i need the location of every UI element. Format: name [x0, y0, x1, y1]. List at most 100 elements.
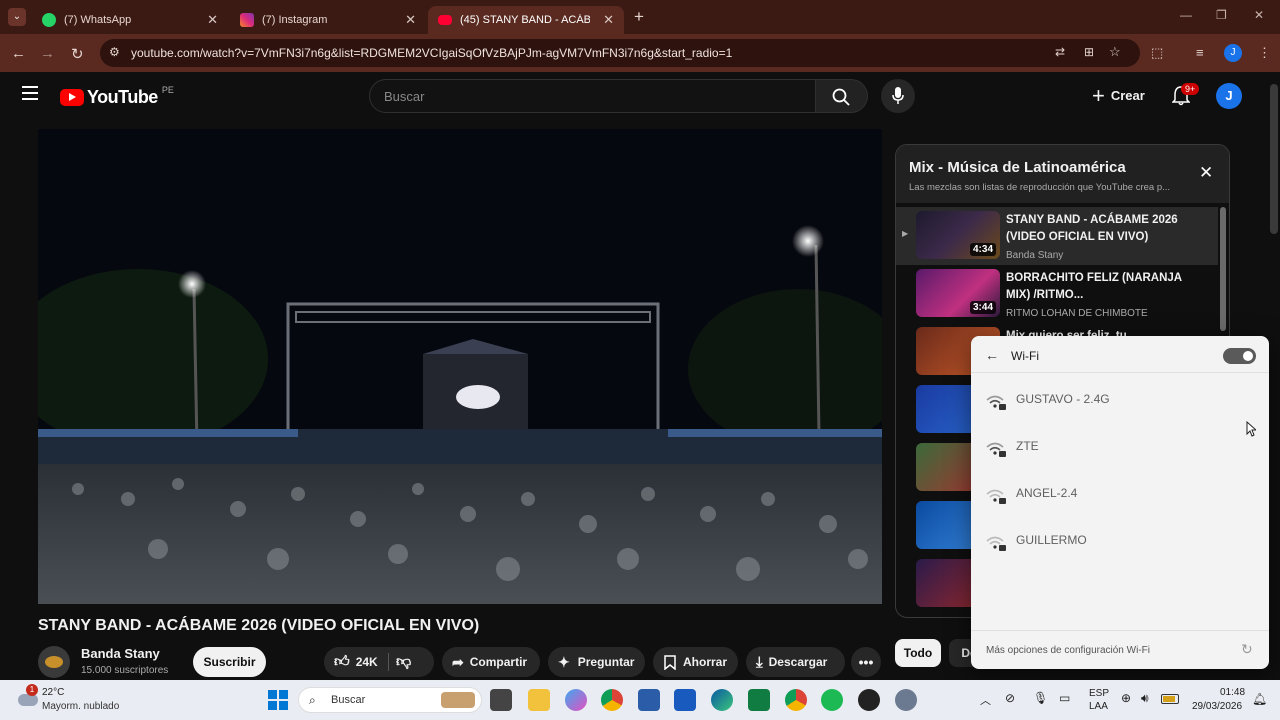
search-placeholder: Buscar	[384, 89, 425, 104]
search-input[interactable]: Buscar	[369, 79, 816, 113]
close-window-button[interactable]: ✕	[1254, 8, 1264, 22]
address-bar[interactable]: ⚙ youtube.com/watch?v=7VmFN3i7n6g&list=R…	[100, 39, 1140, 67]
youtube-logo[interactable]: YouTube PE	[60, 85, 174, 108]
voice-search-button[interactable]	[881, 79, 915, 113]
ask-label: Preguntar	[577, 655, 635, 669]
video-player[interactable]	[38, 129, 882, 604]
more-horizontal-icon: •••	[858, 654, 874, 670]
share-button[interactable]: ➦ Compartir	[442, 647, 540, 677]
forward-icon[interactable]: →	[40, 45, 55, 62]
meet-now-icon[interactable]: ▭	[1059, 691, 1070, 705]
chip-todo[interactable]: Todo	[895, 639, 941, 667]
browser-toolbar: ← → ↻ ⚙ youtube.com/watch?v=7VmFN3i7n6g&…	[0, 34, 1280, 72]
show-hidden-icons-chevron-icon[interactable]: ︿	[980, 692, 991, 708]
extensions-icon[interactable]: ⬚	[1151, 45, 1163, 61]
battery-icon[interactable]	[1161, 694, 1179, 704]
search-button[interactable]	[816, 79, 868, 113]
more-actions-button[interactable]: •••	[851, 647, 881, 677]
back-icon[interactable]: ←	[11, 45, 26, 62]
minimize-button[interactable]: —	[1180, 8, 1192, 22]
copilot-icon[interactable]	[565, 689, 587, 711]
thumbs-down-icon: 👎︎	[396, 653, 412, 670]
taskbar-search[interactable]: ⌕ Buscar	[298, 687, 482, 713]
tab-youtube-active[interactable]: (45) STANY BAND - ACÁBAM ✕	[428, 6, 624, 34]
ask-button[interactable]: ✦ Preguntar	[548, 647, 645, 677]
chrome-icon[interactable]	[601, 689, 623, 711]
back-arrow-icon[interactable]: ←	[985, 347, 999, 363]
wifi-network-item[interactable]: ANGEL-2.4	[971, 474, 1269, 518]
edge-icon[interactable]	[711, 689, 733, 711]
chip-label: Todo	[903, 646, 933, 660]
location-off-icon[interactable]: ⊘	[1005, 691, 1015, 705]
thumbs-up-icon: 👍︎	[334, 653, 350, 670]
input-language[interactable]: ESP	[1089, 688, 1109, 699]
account-avatar[interactable]: J	[1216, 83, 1242, 109]
wifi-toggle[interactable]	[1223, 348, 1256, 364]
video-thumbnail: 4:34	[916, 211, 1000, 259]
tab-title: (7) Instagram	[262, 14, 328, 26]
video-title: STANY BAND - ACÁBAME 2026 (VIDEO OFICIAL…	[38, 617, 480, 634]
logo-wordmark: YouTube	[87, 87, 158, 107]
sparkle-icon: ✦	[558, 653, 570, 670]
translate-icon[interactable]: ⇄	[1055, 45, 1065, 59]
url-text[interactable]: youtube.com/watch?v=7VmFN3i7n6g&list=RDG…	[131, 46, 732, 60]
save-button[interactable]: Ahorrar	[653, 647, 738, 677]
notification-bell-icon[interactable]: 🔔︎	[1252, 692, 1267, 706]
chrome-profile-icon[interactable]	[785, 689, 807, 711]
close-tab-icon[interactable]: ✕	[603, 12, 614, 28]
channel-name[interactable]: Banda Stany	[81, 646, 160, 661]
more-wifi-settings-link[interactable]: Más opciones de configuración Wi-Fi	[986, 645, 1150, 656]
media-control-icon[interactable]: ≡	[1196, 45, 1204, 60]
notifications-button[interactable]: 9+	[1171, 83, 1200, 111]
youtube-icon	[438, 15, 452, 25]
settings-gear-icon[interactable]	[895, 689, 917, 711]
profile-avatar[interactable]: J	[1224, 44, 1242, 62]
file-explorer-icon[interactable]	[528, 689, 550, 711]
page-scrollbar[interactable]	[1270, 84, 1278, 234]
rstudio-icon[interactable]	[638, 689, 660, 711]
subscribe-button[interactable]: Suscribir	[193, 647, 266, 677]
wifi-network-item[interactable]: GUSTAVO - 2.4G	[971, 380, 1269, 424]
clock-date[interactable]: 29/03/2026	[1192, 701, 1242, 712]
clock-time[interactable]: 01:48	[1220, 687, 1245, 698]
install-app-icon[interactable]: ⊞	[1084, 45, 1094, 59]
create-button[interactable]: + Crear	[1092, 84, 1145, 106]
wifi-network-item[interactable]: ZTE	[971, 427, 1269, 471]
playlist-item[interactable]: 3:44 BORRACHITO FELIZ (NARANJA MIX) /RIT…	[896, 265, 1218, 323]
volume-icon[interactable]: 🔊︎	[1141, 691, 1149, 706]
download-button[interactable]: ⤓ Descargar	[746, 647, 845, 677]
task-view-icon[interactable]	[490, 689, 512, 711]
tab-instagram[interactable]: (7) Instagram ✕	[230, 6, 426, 34]
new-tab-button[interactable]: +	[634, 7, 644, 27]
dislike-button[interactable]: 👎︎	[396, 647, 434, 677]
excel-icon[interactable]	[748, 689, 770, 711]
playlist-title[interactable]: Mix - Música de Latinoamérica	[909, 159, 1126, 176]
close-tab-icon[interactable]: ✕	[207, 12, 218, 28]
menu-kebab-icon[interactable]: ⋮	[1258, 45, 1271, 61]
spotify-icon[interactable]	[821, 689, 843, 711]
word-icon[interactable]	[674, 689, 696, 711]
like-button[interactable]: 👍︎ 24K	[324, 647, 388, 677]
instagram-icon	[240, 13, 254, 27]
windows-start-icon[interactable]	[268, 690, 288, 710]
site-info-icon[interactable]: ⚙	[109, 45, 120, 59]
network-globe-icon[interactable]: ⊕	[1121, 691, 1131, 705]
wifi-network-item[interactable]: GUILLERMO	[971, 521, 1269, 565]
app-icon[interactable]	[858, 689, 880, 711]
reload-icon[interactable]: ↻	[71, 45, 84, 63]
tab-search-button[interactable]: ⌄	[8, 8, 26, 26]
close-tab-icon[interactable]: ✕	[405, 12, 416, 28]
weather-widget[interactable]: 1	[14, 684, 40, 710]
refresh-icon[interactable]: ↻	[1241, 641, 1253, 658]
close-icon[interactable]: ✕	[1199, 163, 1213, 183]
tab-whatsapp[interactable]: (7) WhatsApp ✕	[32, 6, 228, 34]
hamburger-menu-icon[interactable]	[22, 86, 38, 100]
duration-badge: 4:34	[969, 243, 996, 256]
keyboard-layout[interactable]: LAA	[1089, 701, 1108, 712]
bookmark-star-icon[interactable]: ☆	[1109, 44, 1121, 60]
maximize-button[interactable]: ❐	[1216, 8, 1227, 22]
playlist-scrollbar[interactable]	[1220, 207, 1226, 331]
playlist-item-current[interactable]: ▶ 4:34 STANY BAND - ACÁBAME 2026 (VIDEO …	[896, 207, 1218, 265]
channel-avatar[interactable]	[38, 646, 70, 678]
microphone-icon[interactable]: 🎙︎	[1033, 691, 1048, 705]
